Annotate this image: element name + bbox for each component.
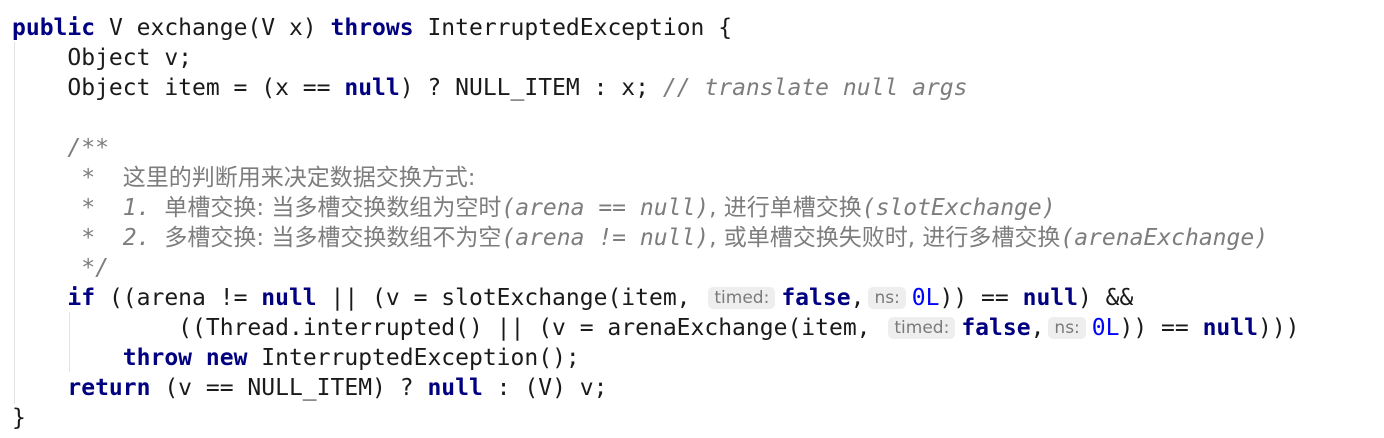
code-text: )) == <box>1119 315 1203 341</box>
number-literal: 0L <box>1091 315 1120 341</box>
code-line-closing-brace: } <box>12 403 26 433</box>
keyword: if <box>67 285 96 311</box>
code-line-method-signature: public V exchange(V x) throws Interrupte… <box>12 13 732 43</box>
code-text: : (V) v; <box>482 375 608 401</box>
keyword: null <box>344 75 400 101</box>
doc-comment-text: 这里的判断用来决定数据交换方式: <box>122 165 476 191</box>
doc-comment-star: * <box>12 225 123 251</box>
keyword: null <box>261 285 317 311</box>
code-text: ))) <box>1257 315 1300 341</box>
doc-comment-text: , 进行单槽交换 <box>709 195 862 221</box>
keyword: new <box>205 345 248 371</box>
keyword: throw <box>122 345 193 371</box>
code-text: } <box>12 405 26 431</box>
code-text: ((arena != <box>95 285 262 311</box>
keyword: false <box>781 285 851 311</box>
code-text: Object v; <box>12 45 193 71</box>
parameter-hint: timed: <box>888 317 956 339</box>
code-text: )) == <box>939 285 1023 311</box>
code-text: ) ? NULL_ITEM : x; <box>399 75 663 101</box>
doc-comment-code: (slotExchange) <box>861 195 1056 221</box>
code-text: || (v = slotExchange(item, <box>316 285 705 311</box>
doc-comment: */ <box>12 255 109 281</box>
doc-comment-code: (arena != null) <box>501 225 710 251</box>
code-text: , <box>850 285 865 311</box>
doc-comment-star: * <box>12 165 123 191</box>
doc-comment-text: 单槽交换: 当多槽交换数组为空时 <box>164 195 502 221</box>
parameter-hint: timed: <box>708 287 776 309</box>
keyword: null <box>427 375 483 401</box>
code-text: (v == NULL_ITEM) ? <box>150 375 428 401</box>
doc-comment-text: , 或单槽交换失败时, 进行多槽交换 <box>709 225 1061 251</box>
keyword: null <box>1022 285 1078 311</box>
keyword: return <box>67 375 151 401</box>
keyword: false <box>961 315 1031 341</box>
number-literal: 0L <box>911 285 940 311</box>
code-line-return: return (v == NULL_ITEM) ? null : (V) v; <box>12 373 607 403</box>
doc-comment-code: (arena == null) <box>501 195 710 221</box>
code-text: ) && <box>1077 285 1134 311</box>
code-text: InterruptedException(); <box>247 345 580 371</box>
code-text: , <box>1030 315 1045 341</box>
doc-comment-star: * <box>12 195 123 221</box>
code-text: Object item = (x == <box>12 75 345 101</box>
code-line-doc-2: * 1. 单槽交换: 当多槽交换数组为空时(arena == null), 进行… <box>12 193 1056 223</box>
keyword: throws <box>330 15 414 41</box>
code-line-doc-close: */ <box>12 253 109 283</box>
code-line-declare-item: Object item = (x == null) ? NULL_ITEM : … <box>12 73 967 103</box>
code-editor[interactable]: public V exchange(V x) throws Interrupte… <box>12 0 1372 438</box>
code-line-doc-3: * 2. 多槽交换: 当多槽交换数组不为空(arena != null), 或单… <box>12 223 1268 253</box>
doc-comment: /** <box>12 135 109 161</box>
code-line-doc-1: * 这里的判断用来决定数据交换方式: <box>12 163 476 193</box>
code-line-if-condition: if ((arena != null || (v = slotExchange(… <box>12 283 1133 313</box>
code-line-doc-open: /** <box>12 133 109 163</box>
code-text: ((Thread.interrupted() || (v = arenaExch… <box>12 315 885 341</box>
code-line-if-continuation: ((Thread.interrupted() || (v = arenaExch… <box>12 313 1300 343</box>
code-text: InterruptedException { <box>413 15 733 41</box>
code-text: V exchange(V x) <box>95 15 331 41</box>
doc-comment-text: 多槽交换: 当多槽交换数组不为空 <box>164 225 502 251</box>
parameter-hint: ns: <box>868 287 906 309</box>
code-line-throw: throw new InterruptedException(); <box>12 343 580 373</box>
keyword: public <box>12 15 96 41</box>
doc-comment-number: 1. <box>122 195 165 221</box>
doc-comment-number: 2. <box>122 225 165 251</box>
code-line-declare-v: Object v; <box>12 43 192 73</box>
line-comment: // translate null args <box>662 75 968 101</box>
parameter-hint: ns: <box>1048 317 1086 339</box>
doc-comment-code: (arenaExchange) <box>1060 225 1269 251</box>
keyword: null <box>1202 315 1258 341</box>
